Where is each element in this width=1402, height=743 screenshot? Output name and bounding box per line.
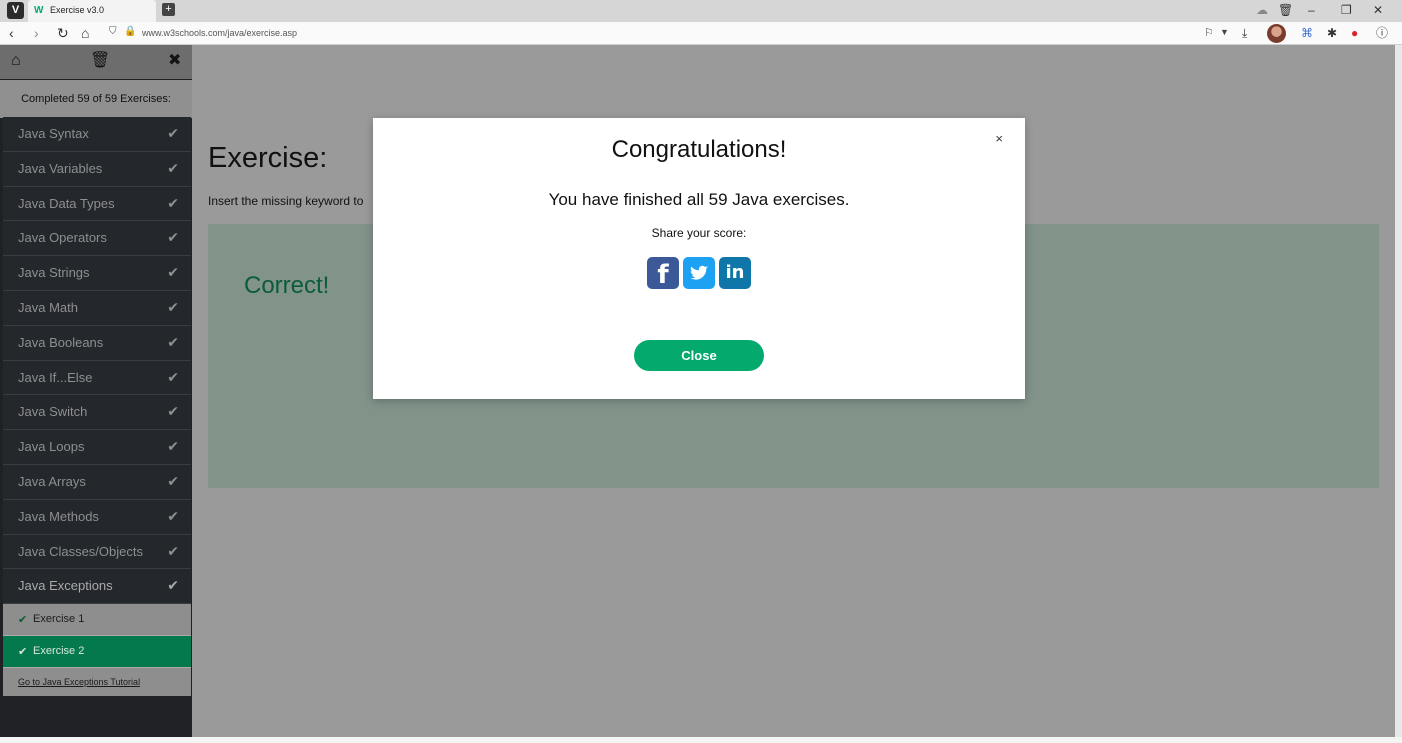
address-toolbar: ‹ › ↻ ⌂ ⛉ 🔒 www.w3schools.com/java/exerc… xyxy=(0,22,1402,45)
check-icon: ✔ xyxy=(18,614,28,627)
facebook-icon[interactable]: f xyxy=(647,257,679,290)
sidebar-subitem-exercise-2[interactable]: ✔ Exercise 2 xyxy=(3,636,191,669)
sidebar-subitem-exercise-1[interactable]: ✔ Exercise 1 xyxy=(3,604,191,637)
sidebar-item-label: Java Classes/Objects xyxy=(18,543,143,559)
back-button[interactable]: ‹ xyxy=(9,25,14,41)
home-button[interactable]: ⌂ xyxy=(81,25,89,41)
shield-icon[interactable]: ⛉ xyxy=(109,26,117,37)
modal-message: You have finished all 59 Java exercises. xyxy=(548,190,850,209)
close-window-button[interactable]: ✕ xyxy=(1373,3,1383,17)
sidebar-item-label: Java Math xyxy=(18,299,78,315)
sidebar-subitem-label: Exercise 2 xyxy=(33,645,85,658)
extension-icon[interactable]: ✱ xyxy=(1327,25,1337,41)
check-icon: ✔ xyxy=(167,472,179,489)
check-icon: ✔ xyxy=(167,333,179,350)
new-tab-button[interactable]: + xyxy=(162,3,175,16)
tutorial-link[interactable]: Go to Java Exceptions Tutorial xyxy=(18,677,140,687)
sidebar-item-label: Java Exceptions xyxy=(18,578,113,594)
check-icon: ✔ xyxy=(18,646,28,659)
sidebar-item-java-classes-objects[interactable]: Java Classes/Objects ✔ xyxy=(3,534,191,570)
home-icon[interactable]: ⌂ xyxy=(11,52,21,70)
check-icon: ✔ xyxy=(167,125,179,141)
result-text: Correct! xyxy=(244,272,330,299)
sidebar-item-label: Java Operators xyxy=(18,230,107,246)
sidebar-item-java-data-types[interactable]: Java Data Types ✔ xyxy=(3,186,191,222)
sidebar-item-java-arrays[interactable]: Java Arrays ✔ xyxy=(3,464,191,500)
twitter-icon[interactable] xyxy=(683,257,715,289)
cloud-sync-icon[interactable]: ☁ xyxy=(1256,3,1268,17)
close-icon[interactable]: ✖ xyxy=(168,52,181,70)
translate-icon[interactable]: ⌘ xyxy=(1301,25,1313,41)
sidebar-item-label: Java Syntax xyxy=(18,126,89,141)
check-icon: ✔ xyxy=(167,403,179,420)
sidebar-item-label: Java Switch xyxy=(18,404,88,420)
exercise-list: Java Syntax ✔ Java Variables ✔ Java Data… xyxy=(3,117,191,669)
sidebar-item-java-if-else[interactable]: Java If...Else ✔ xyxy=(3,360,191,396)
exercise-description: Insert the missing keyword to xyxy=(208,194,364,208)
congratulations-modal: × Congratulations! You have finished all… xyxy=(373,118,1025,399)
sidebar-subitem-label: Exercise 1 xyxy=(33,613,85,626)
check-icon: ✔ xyxy=(167,507,179,524)
linkedin-icon[interactable]: in xyxy=(719,257,751,289)
sidebar-toolbar: ⌂ 🗑 ✖ xyxy=(0,45,192,79)
minimize-button[interactable]: – xyxy=(1308,3,1315,17)
tutorial-link-container: Go to Java Exceptions Tutorial xyxy=(3,668,191,696)
sidebar-item-label: Java If...Else xyxy=(18,369,93,385)
w3schools-favicon-icon: W xyxy=(34,5,44,16)
browser-tab[interactable]: W Exercise v3.0 xyxy=(28,0,156,22)
sidebar-item-java-operators[interactable]: Java Operators ✔ xyxy=(3,221,191,257)
sidebar-item-label: Java Arrays xyxy=(18,473,86,489)
sidebar-item-java-variables[interactable]: Java Variables ✔ xyxy=(3,151,191,187)
sidebar-item-label: Java Loops xyxy=(18,439,85,455)
share-label: Share your score: xyxy=(651,226,747,240)
url-field[interactable]: ⛉ 🔒 www.w3schools.com/java/exercise.asp … xyxy=(104,25,1234,42)
check-icon: ✔ xyxy=(167,368,179,385)
sidebar-item-java-exceptions[interactable]: Java Exceptions ✔ xyxy=(3,569,191,605)
browser-tab-bar: V W Exercise v3.0 + ☁ 🗑 – ❐ ✕ xyxy=(0,0,1402,22)
forward-button[interactable]: › xyxy=(34,25,39,41)
download-icon[interactable]: ⤓ xyxy=(1242,25,1247,41)
progress-text: Completed 59 of 59 Exercises: xyxy=(0,80,192,118)
sidebar-item-java-math[interactable]: Java Math ✔ xyxy=(3,290,191,326)
info-icon[interactable]: ⓘ xyxy=(1376,25,1388,41)
sidebar-item-java-syntax[interactable]: Java Syntax ✔ xyxy=(3,117,191,152)
tab-title: Exercise v3.0 xyxy=(50,5,105,15)
check-icon: ✔ xyxy=(167,229,179,246)
bookmark-icon[interactable]: ⚐ xyxy=(1204,26,1214,39)
check-icon: ✔ xyxy=(167,298,179,315)
status-bar xyxy=(0,737,1402,743)
adblock-icon[interactable]: ● xyxy=(1351,25,1358,41)
close-button[interactable]: Close xyxy=(634,340,764,371)
sidebar-item-java-booleans[interactable]: Java Booleans ✔ xyxy=(3,325,191,361)
url-text[interactable]: www.w3schools.com/java/exercise.asp xyxy=(142,28,297,38)
check-icon: ✔ xyxy=(167,264,179,281)
trash-icon[interactable]: 🗑 xyxy=(1278,3,1293,17)
sidebar-item-label: Java Methods xyxy=(18,508,99,524)
vivaldi-menu-icon[interactable]: V xyxy=(7,2,24,19)
chevron-down-icon[interactable]: ▼ xyxy=(1220,27,1229,37)
page-title: Exercise: xyxy=(208,142,328,174)
check-icon: ✔ xyxy=(167,159,179,176)
sidebar-item-label: Java Strings xyxy=(18,265,90,281)
check-icon: ✔ xyxy=(167,542,179,559)
lock-icon: 🔒 xyxy=(124,26,137,37)
check-icon: ✔ xyxy=(167,577,179,594)
reload-button[interactable]: ↻ xyxy=(57,25,69,41)
avatar[interactable] xyxy=(1267,24,1286,43)
restore-button[interactable]: ❐ xyxy=(1341,3,1352,17)
sidebar-item-java-switch[interactable]: Java Switch ✔ xyxy=(3,395,191,431)
check-icon: ✔ xyxy=(167,194,179,211)
sidebar-item-label: Java Data Types xyxy=(18,195,115,211)
modal-title: Congratulations! xyxy=(611,136,787,163)
sidebar-item-java-loops[interactable]: Java Loops ✔ xyxy=(3,430,191,465)
share-buttons: f in xyxy=(647,257,757,290)
sidebar-item-label: Java Booleans xyxy=(18,334,104,350)
scrollbar[interactable] xyxy=(1395,45,1402,737)
check-icon: ✔ xyxy=(167,438,179,455)
trash-icon[interactable]: 🗑 xyxy=(90,52,110,70)
sidebar-item-java-strings[interactable]: Java Strings ✔ xyxy=(3,256,191,291)
exercise-sidebar: ⌂ 🗑 ✖ Completed 59 of 59 Exercises: Java… xyxy=(0,45,192,737)
sidebar-item-label: Java Variables xyxy=(18,160,103,176)
sidebar-item-java-methods[interactable]: Java Methods ✔ xyxy=(3,499,191,535)
